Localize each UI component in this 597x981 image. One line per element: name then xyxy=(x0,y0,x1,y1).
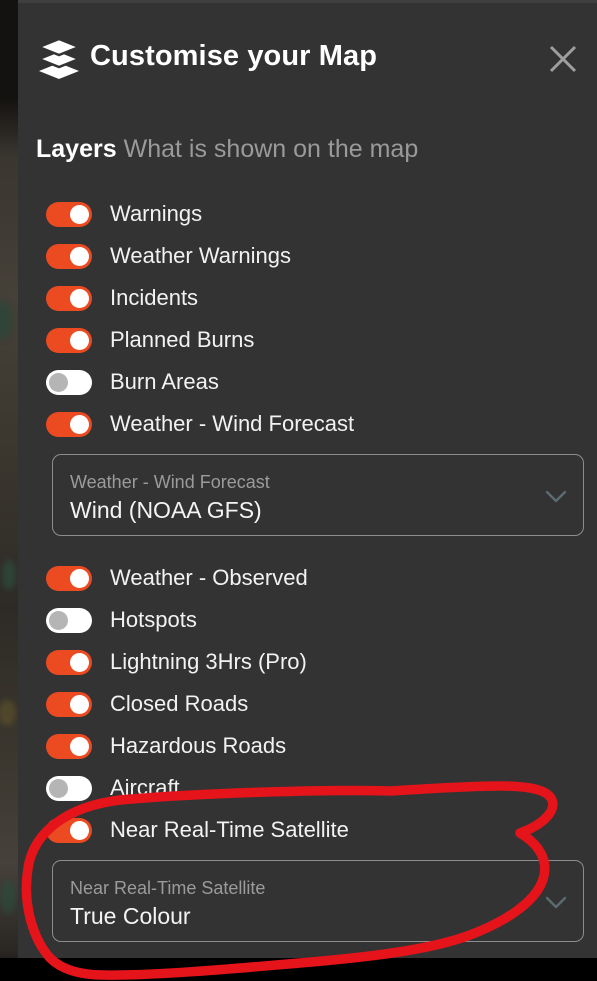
layer-row-weather-wind-forecast[interactable]: Weather - Wind Forecast xyxy=(18,403,597,445)
layer-row-incidents[interactable]: Incidents xyxy=(18,277,597,319)
section-title: Layers xyxy=(36,135,117,163)
wind-forecast-dropdown[interactable]: Weather - Wind Forecast Wind (NOAA GFS) xyxy=(52,454,584,536)
layer-row-weather-warnings[interactable]: Weather Warnings xyxy=(18,235,597,277)
layer-row-closed-roads[interactable]: Closed Roads xyxy=(18,683,597,725)
toggle-warnings[interactable] xyxy=(46,201,92,227)
map-background-sliver xyxy=(0,0,18,981)
layer-row-hazardous-roads[interactable]: Hazardous Roads xyxy=(18,725,597,767)
toggle-knob xyxy=(49,610,68,630)
toggle-knob xyxy=(70,652,89,672)
toggle-knob xyxy=(49,372,68,392)
layer-label: Hazardous Roads xyxy=(110,733,287,758)
toggle-aircraft[interactable] xyxy=(46,775,92,801)
toggle-knob xyxy=(70,568,89,588)
layer-row-planned-burns[interactable]: Planned Burns xyxy=(18,319,597,361)
layer-label: Weather - Observed xyxy=(110,565,308,590)
section-heading: Layers What is shown on the map xyxy=(36,135,418,164)
toggle-knob xyxy=(70,204,89,224)
layer-label: Warnings xyxy=(110,201,203,226)
toggle-knob xyxy=(70,820,89,840)
toggle-incidents[interactable] xyxy=(46,285,92,311)
layer-label: Weather Warnings xyxy=(110,243,291,268)
layer-label: Lightning 3Hrs (Pro) xyxy=(110,649,307,674)
section-subtitle: What is shown on the map xyxy=(123,135,419,163)
toggle-burn-areas[interactable] xyxy=(46,369,92,395)
toggle-knob xyxy=(70,736,89,756)
layer-row-burn-areas[interactable]: Burn Areas xyxy=(18,361,597,403)
layer-row-weather-observed[interactable]: Weather - Observed xyxy=(18,557,597,599)
layers-list: Warnings Weather Warnings Incidents Plan… xyxy=(18,193,597,951)
layer-row-lightning-3hrs[interactable]: Lightning 3Hrs (Pro) xyxy=(18,641,597,683)
toggle-knob xyxy=(70,246,89,266)
toggle-knob xyxy=(49,778,68,798)
toggle-closed-roads[interactable] xyxy=(46,691,92,717)
satellite-dropdown[interactable]: Near Real-Time Satellite True Colour xyxy=(52,860,584,942)
layer-row-warnings[interactable]: Warnings xyxy=(18,193,597,235)
toggle-knob xyxy=(70,288,89,308)
toggle-lightning-3hrs[interactable] xyxy=(46,649,92,675)
toggle-weather-warnings[interactable] xyxy=(46,243,92,269)
toggle-knob xyxy=(70,414,89,434)
layer-label: Hotspots xyxy=(110,607,197,632)
layer-label: Incidents xyxy=(110,285,199,310)
toggle-knob xyxy=(70,694,89,714)
layer-row-hotspots[interactable]: Hotspots xyxy=(18,599,597,641)
dropdown-value: True Colour xyxy=(70,903,191,929)
dropdown-value: Wind (NOAA GFS) xyxy=(70,497,262,523)
toggle-weather-observed[interactable] xyxy=(46,565,92,591)
customise-map-panel: Customise your Map Layers What is shown o… xyxy=(18,3,597,958)
toggle-weather-wind-forecast[interactable] xyxy=(46,411,92,437)
dropdown-label: Near Real-Time Satellite xyxy=(70,878,266,898)
close-icon[interactable] xyxy=(543,39,583,79)
layer-label: Planned Burns xyxy=(110,327,255,352)
layer-label: Weather - Wind Forecast xyxy=(110,411,355,436)
dropdown-label: Weather - Wind Forecast xyxy=(70,472,270,492)
layer-row-aircraft[interactable]: Aircraft xyxy=(18,767,597,809)
screenshot-root: Customise your Map Layers What is shown o… xyxy=(0,0,597,981)
layer-row-near-real-time-satellite[interactable]: Near Real-Time Satellite xyxy=(18,809,597,851)
layer-label: Aircraft xyxy=(110,775,180,800)
layer-label: Burn Areas xyxy=(110,369,219,394)
chevron-down-icon xyxy=(543,892,569,912)
chevron-down-icon xyxy=(543,486,569,506)
layers-stack-icon xyxy=(35,37,83,81)
toggle-knob xyxy=(70,330,89,350)
layer-label: Near Real-Time Satellite xyxy=(110,817,349,842)
page-title: Customise your Map xyxy=(90,40,378,72)
toggle-hotspots[interactable] xyxy=(46,607,92,633)
bottom-black-bar xyxy=(0,958,597,981)
toggle-near-real-time-satellite[interactable] xyxy=(46,817,92,843)
layer-label: Closed Roads xyxy=(110,691,249,716)
toggle-hazardous-roads[interactable] xyxy=(46,733,92,759)
toggle-planned-burns[interactable] xyxy=(46,327,92,353)
panel-header: Customise your Map xyxy=(18,3,597,115)
